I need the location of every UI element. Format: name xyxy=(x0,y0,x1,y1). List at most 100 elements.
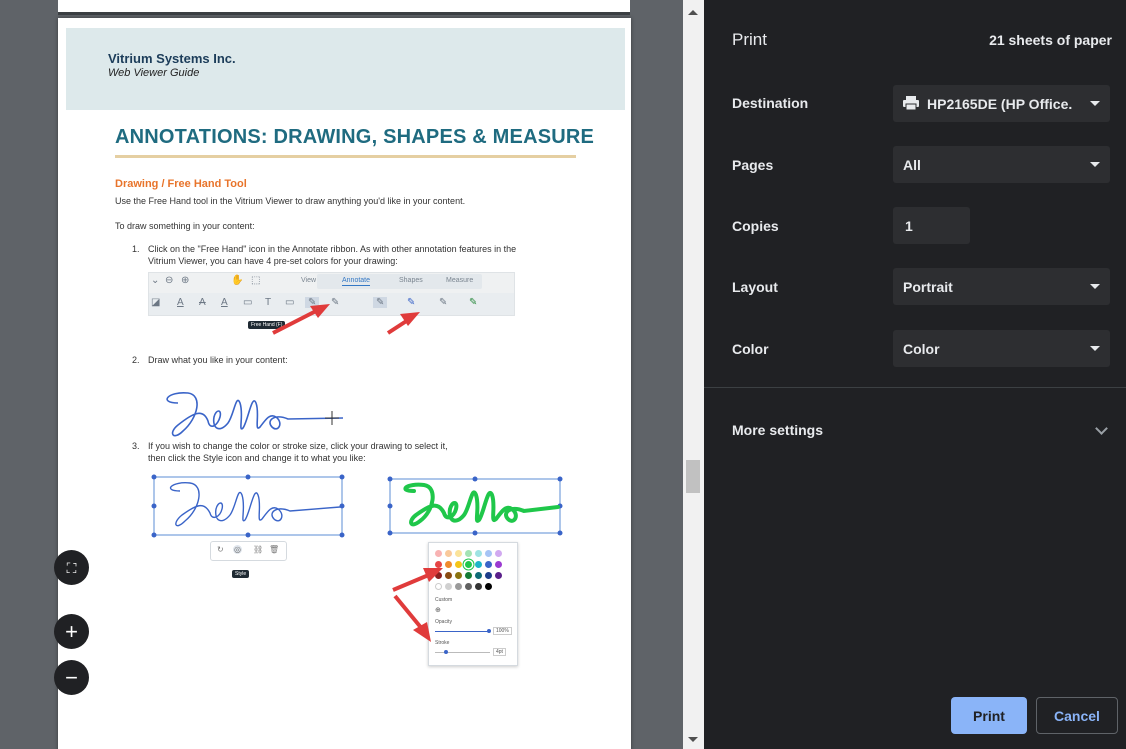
print-preview[interactable]: Vitrium Systems Inc. Web Viewer Guide AN… xyxy=(0,0,683,749)
scroll-down-arrow-icon[interactable] xyxy=(688,737,698,742)
link-icon: ⛓ xyxy=(253,545,264,554)
ribbon-tab-annotate: Annotate xyxy=(342,277,371,286)
sheet-count: 21 sheets of paper xyxy=(989,32,1112,48)
printer-icon xyxy=(903,96,919,110)
print-title: Print xyxy=(732,30,767,49)
image-tool-icon: ◪ xyxy=(151,297,161,308)
title-divider xyxy=(115,155,576,158)
zoom-in-icon: + xyxy=(65,618,78,644)
layout-value: Portrait xyxy=(903,279,953,295)
dropdown-caret-icon xyxy=(1090,284,1100,289)
color-label: Color xyxy=(732,341,769,357)
color-select[interactable]: Color xyxy=(893,330,1110,367)
preview-scrollbar[interactable] xyxy=(683,0,704,749)
swatch xyxy=(445,550,452,557)
pages-select[interactable]: All xyxy=(893,146,1110,183)
more-settings-toggle[interactable]: More settings xyxy=(732,422,823,438)
underline-icon: A xyxy=(177,297,184,308)
arrow-annotations-step1 xyxy=(272,304,420,335)
company-name: Vitrium Systems Inc. xyxy=(108,51,236,66)
layout-label: Layout xyxy=(732,279,778,295)
ribbon-top-row: ⌄ ⊖ ⊕ ✋ ⬚ View Annotate Shapes Measure xyxy=(149,273,514,291)
swatch xyxy=(435,550,442,557)
previous-page-bottom xyxy=(58,0,630,15)
swatch xyxy=(485,583,492,590)
ribbon-tab-measure: Measure xyxy=(446,277,474,284)
swatch xyxy=(485,572,492,579)
intro-text: Use the Free Hand tool in the Vitrium Vi… xyxy=(115,196,466,206)
instruction-text: To draw something in your content: xyxy=(115,221,255,231)
scrollbar-thumb[interactable] xyxy=(686,460,700,493)
rotate-icon: ↻ xyxy=(217,545,224,554)
swatch xyxy=(495,561,502,568)
copies-label: Copies xyxy=(732,218,779,234)
pages-value: All xyxy=(903,157,921,173)
dropdown-caret-icon xyxy=(1090,162,1100,167)
step-number: 3. xyxy=(132,441,140,451)
copies-value: 1 xyxy=(905,218,913,234)
swatch xyxy=(485,561,492,568)
step-text-line1: If you wish to change the color or strok… xyxy=(148,441,448,451)
style-tooltip: Style xyxy=(232,570,250,578)
hello-drawing-green xyxy=(387,476,563,536)
trash-icon: 🗑 xyxy=(269,545,280,554)
destination-value: HP2165DE (HP Office. xyxy=(927,96,1073,112)
zoom-in-button[interactable]: + xyxy=(54,614,89,649)
fit-to-page-button[interactable]: ⛶ xyxy=(54,550,89,585)
print-button[interactable]: Print xyxy=(951,697,1027,734)
style-mini-toolbar: ↻ ◎ ⛓ 🗑 xyxy=(210,541,287,561)
swatch xyxy=(475,583,482,590)
settings-divider xyxy=(704,387,1126,388)
section-title: ANNOTATIONS: DRAWING, SHAPES & MEASURE xyxy=(115,126,595,148)
swatch xyxy=(475,561,482,568)
print-settings-panel: Print 21 sheets of paper Destination HP2… xyxy=(704,0,1126,749)
pages-label: Pages xyxy=(732,157,774,173)
swatch xyxy=(495,572,502,579)
swatch xyxy=(495,550,502,557)
step-text-line1: Click on the "Free Hand" icon in the Ann… xyxy=(148,244,517,254)
subheading: Drawing / Free Hand Tool xyxy=(115,178,247,190)
step-text-line2: Vitrium Viewer, you can have 4 pre-set c… xyxy=(148,256,398,266)
layout-select[interactable]: Portrait xyxy=(893,268,1110,305)
swatch xyxy=(465,572,472,579)
comment-icon: ▭ xyxy=(243,297,253,308)
zoom-out-icon: ⊖ xyxy=(165,275,174,286)
strikeout-icon: A xyxy=(199,297,206,308)
guide-title: Web Viewer Guide xyxy=(108,67,200,79)
arrow-annotations-step3 xyxy=(392,568,443,642)
chevron-down-icon[interactable] xyxy=(1095,422,1108,435)
swatch xyxy=(485,550,492,557)
ribbon-tab-shapes: Shapes xyxy=(399,277,423,284)
step-text-line2: then click the Style icon and change it … xyxy=(148,453,366,463)
copies-input[interactable]: 1 xyxy=(893,207,970,244)
squiggly-icon: A xyxy=(221,297,228,308)
preview-page: Vitrium Systems Inc. Web Viewer Guide AN… xyxy=(58,18,631,749)
opacity-value: 100% xyxy=(493,627,512,635)
cancel-button[interactable]: Cancel xyxy=(1036,697,1118,734)
step-number: 1. xyxy=(132,244,140,254)
opacity-slider-thumb xyxy=(487,629,491,633)
swatch-selected xyxy=(465,561,472,568)
zoom-out-icon: − xyxy=(65,664,78,690)
stroke-value: 4pt xyxy=(493,648,506,656)
hello-drawing-selected xyxy=(151,474,345,538)
pan-hand-icon: ✋ xyxy=(231,275,244,286)
dropdown-caret-icon xyxy=(1090,346,1100,351)
chevron-down-icon: ⌄ xyxy=(151,275,160,286)
destination-select[interactable]: HP2165DE (HP Office. xyxy=(893,85,1110,122)
step-text-line1: Draw what you like in your content: xyxy=(148,355,288,365)
step-number: 2. xyxy=(132,355,140,365)
zoom-in-icon: ⊕ xyxy=(181,275,190,286)
zoom-out-button[interactable]: − xyxy=(54,660,89,695)
swatch xyxy=(475,572,482,579)
swatch xyxy=(475,550,482,557)
ribbon-tab-view: View xyxy=(301,277,317,284)
fit-to-page-icon: ⛶ xyxy=(66,559,77,576)
style-icon: ◎ xyxy=(233,545,242,554)
stroke-slider-thumb xyxy=(444,650,448,654)
destination-label: Destination xyxy=(732,95,809,111)
scroll-up-arrow-icon[interactable] xyxy=(688,10,698,15)
color-value: Color xyxy=(903,341,940,357)
select-box-icon: ⬚ xyxy=(251,275,261,286)
swatch xyxy=(455,550,462,557)
